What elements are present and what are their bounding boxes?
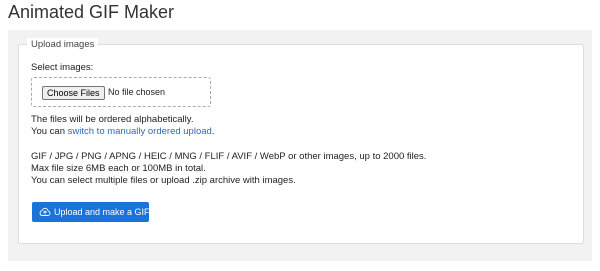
switch-manual-order-link[interactable]: switch to manually ordered upload [68, 126, 212, 137]
cloud-upload-icon [39, 207, 51, 216]
fieldset-legend: Upload images [27, 38, 99, 51]
formats-line: GIF / JPG / PNG / APNG / HEIC / MNG / FL… [31, 151, 427, 162]
size-limit-line: Max file size 6MB each or 100MB in total… [31, 163, 206, 174]
upload-and-make-gif-button[interactable]: Upload and make a GIF! [32, 202, 153, 222]
switch-order-line: You can switch to manually ordered uploa… [31, 126, 214, 138]
upload-panel: Upload images Select images: Choose File… [8, 30, 592, 261]
no-file-chosen-text: No file chosen [108, 87, 166, 97]
upload-fieldset: Upload images Select images: Choose File… [18, 38, 584, 244]
select-images-label: Select images: [31, 62, 94, 73]
switch-suffix: . [211, 126, 215, 137]
order-note: The files will be ordered alphabetically… [31, 114, 194, 125]
multi-select-line: You can select multiple files or upload … [31, 175, 296, 186]
choose-files-button[interactable]: Choose Files [42, 86, 105, 100]
page-title: Animated GIF Maker [8, 2, 175, 22]
upload-button-label: Upload and make a GIF! [54, 207, 153, 217]
switch-prefix: You can [31, 126, 68, 137]
file-dropzone[interactable]: Choose Files No file chosen [31, 77, 211, 107]
page: Animated GIF Maker Upload images Select … [0, 0, 600, 271]
